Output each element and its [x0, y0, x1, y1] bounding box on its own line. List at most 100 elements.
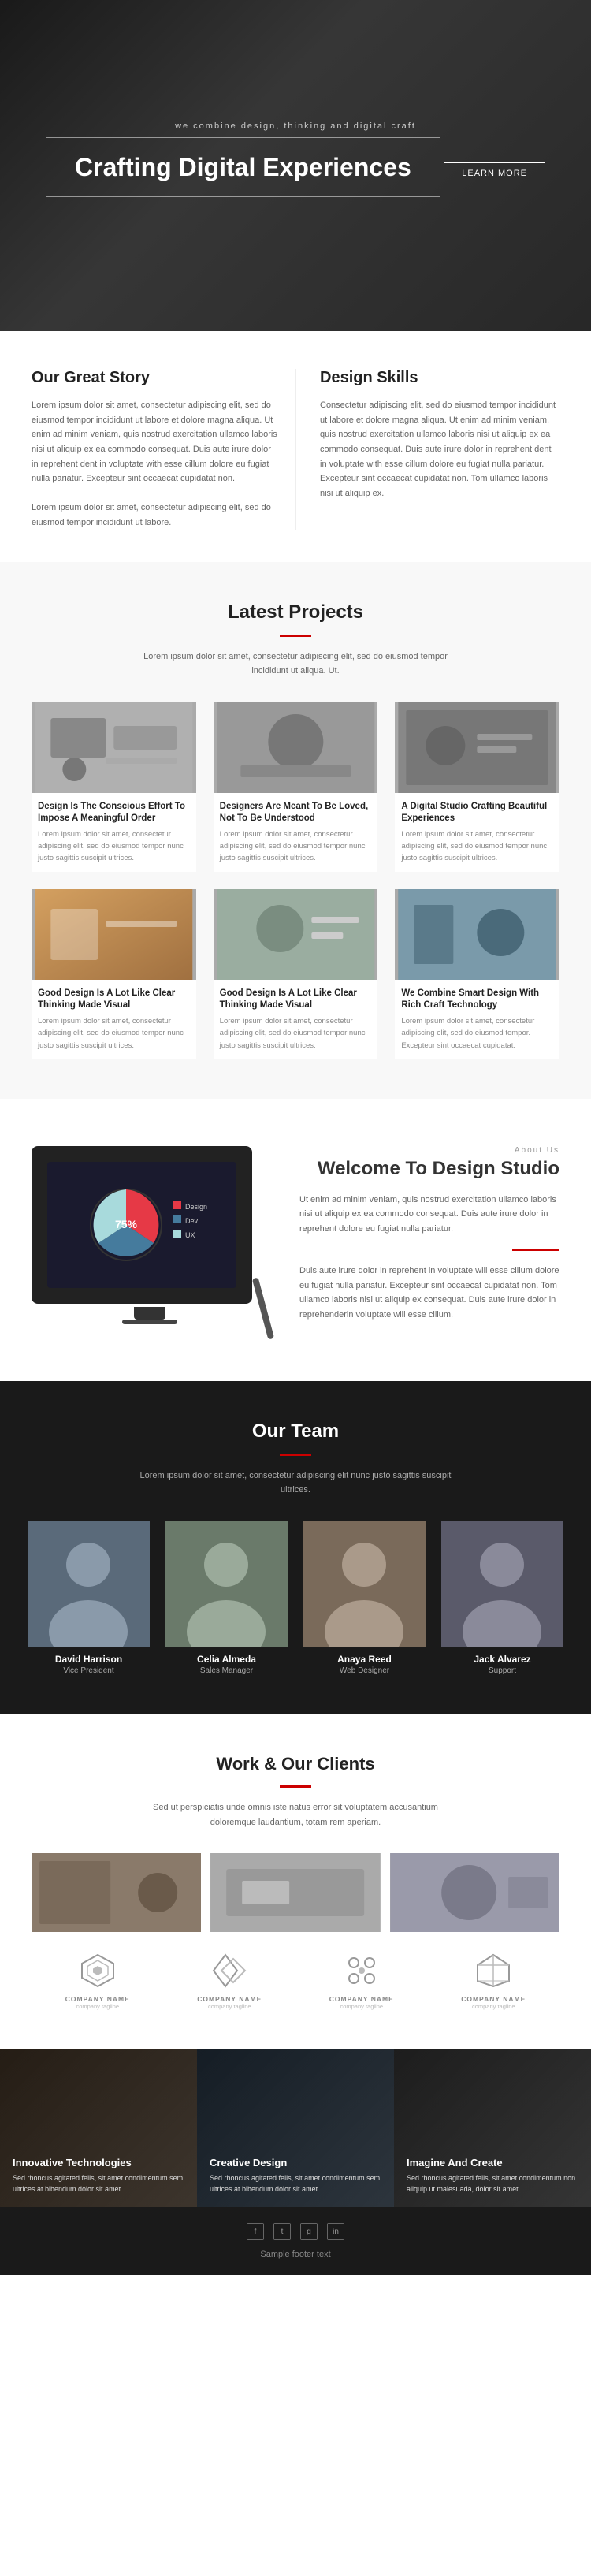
hero-content: we combine design, thinking and digital … — [46, 121, 545, 210]
team-card: Celia Almeda Sales Manager — [165, 1521, 288, 1675]
story-col: Our Great Story Lorem ipsum dolor sit am… — [32, 369, 296, 530]
projects-heading: Latest Projects — [32, 601, 559, 624]
bottom-panels: Innovative Technologies Sed rhoncus agit… — [0, 2049, 591, 2207]
projects-section: Latest Projects Lorem ipsum dolor sit am… — [0, 562, 591, 1099]
project-card: A Digital Studio Crafting Beautiful Expe… — [395, 702, 559, 872]
about-text2: Duis aute irure dolor in reprehent in vo… — [299, 1264, 559, 1323]
project-image — [32, 702, 196, 793]
hero-cta-button[interactable]: LEARN MORE — [444, 162, 545, 184]
bottom-panel-title: Imagine And Create — [407, 2157, 578, 2168]
project-text: Lorem ipsum dolor sit amet, consectetur … — [38, 1015, 190, 1052]
team-photo — [165, 1521, 288, 1647]
logo-subtitle: company tagline — [164, 2003, 296, 2010]
team-card: Anaya Reed Web Designer — [303, 1521, 426, 1675]
team-member-name: Celia Almeda — [165, 1654, 288, 1665]
footer-social: f t g in — [32, 2223, 559, 2240]
svg-text:Dev: Dev — [185, 1217, 199, 1225]
team-photo — [303, 1521, 426, 1647]
about-heading: Welcome To Design Studio — [299, 1158, 559, 1180]
client-logo: COMPANY NAME company tagline — [428, 1951, 560, 2010]
logo-subtitle: company tagline — [32, 2003, 164, 2010]
hero-section: we combine design, thinking and digital … — [0, 0, 591, 331]
about-monitor: 75% Design Dev UX — [32, 1146, 268, 1324]
team-card: David Harrison Vice President — [28, 1521, 150, 1675]
client-logo: COMPANY NAME company tagline — [296, 1951, 428, 2010]
client-image — [390, 1853, 559, 1932]
linkedin-icon[interactable]: in — [327, 2223, 344, 2240]
skills-heading: Design Skills — [320, 369, 559, 387]
team-subtext: Lorem ipsum dolor sit amet, consectetur … — [138, 1469, 453, 1498]
team-section: Our Team Lorem ipsum dolor sit amet, con… — [0, 1381, 591, 1714]
project-text: Lorem ipsum dolor sit amet, consectetur … — [401, 828, 553, 865]
story-text1: Lorem ipsum dolor sit amet, consectetur … — [32, 398, 280, 486]
project-title: Designers Are Meant To Be Loved, Not To … — [220, 801, 372, 825]
project-text: Lorem ipsum dolor sit amet, consectetur … — [220, 828, 372, 865]
story-heading: Our Great Story — [32, 369, 280, 387]
bottom-panel-text: Sed rhoncus agitated felis, sit amet con… — [407, 2173, 578, 2194]
team-member-role: Support — [441, 1666, 563, 1675]
project-text: Lorem ipsum dolor sit amet, consectetur … — [401, 1015, 553, 1052]
project-title: Good Design Is A Lot Like Clear Thinking… — [220, 988, 372, 1011]
googleplus-icon[interactable]: g — [300, 2223, 318, 2240]
project-title: We Combine Smart Design With Rich Craft … — [401, 988, 553, 1011]
hero-title: Crafting Digital Experiences — [75, 152, 411, 182]
team-photo — [28, 1521, 150, 1647]
story-text2: Lorem ipsum dolor sit amet, consectetur … — [32, 501, 280, 530]
project-text: Lorem ipsum dolor sit amet, consectetur … — [38, 828, 190, 865]
hero-tagline: we combine design, thinking and digital … — [46, 121, 545, 131]
project-title: A Digital Studio Crafting Beautiful Expe… — [401, 801, 553, 825]
logo-subtitle: company tagline — [296, 2003, 428, 2010]
logo-name: COMPANY NAME — [428, 1995, 560, 2003]
footer-text: Sample footer text — [32, 2250, 559, 2259]
bottom-panel-text: Sed rhoncus agitated felis, sit amet con… — [210, 2173, 381, 2194]
team-grid: David Harrison Vice President Celia Alme… — [32, 1521, 559, 1675]
team-member-role: Sales Manager — [165, 1666, 288, 1675]
svg-text:UX: UX — [185, 1231, 195, 1239]
project-image — [395, 702, 559, 793]
bottom-panel-2: Creative Design Sed rhoncus agitated fel… — [197, 2049, 394, 2207]
project-image — [214, 702, 378, 793]
svg-text:Design: Design — [185, 1203, 207, 1211]
project-image — [32, 889, 196, 980]
team-card: Jack Alvarez Support — [441, 1521, 563, 1675]
twitter-icon[interactable]: t — [273, 2223, 291, 2240]
client-image — [32, 1853, 201, 1932]
bottom-panel-1: Innovative Technologies Sed rhoncus agit… — [0, 2049, 197, 2207]
project-title: Design Is The Conscious Effort To Impose… — [38, 801, 190, 825]
clients-section: Work & Our Clients Sed ut perspiciatis u… — [0, 1714, 591, 2049]
skills-text: Consectetur adipiscing elit, sed do eius… — [320, 398, 559, 501]
about-text-col: About Us Welcome To Design Studio Ut eni… — [299, 1146, 559, 1334]
project-text: Lorem ipsum dolor sit amet, consectetur … — [220, 1015, 372, 1052]
clients-images — [32, 1853, 559, 1932]
logo-subtitle: company tagline — [428, 2003, 560, 2010]
team-member-name: Jack Alvarez — [441, 1654, 563, 1665]
logo-name: COMPANY NAME — [296, 1995, 428, 2003]
about-text1: Ut enim ad minim veniam, quis nostrud ex… — [299, 1193, 559, 1237]
facebook-icon[interactable]: f — [247, 2223, 264, 2240]
project-image — [395, 889, 559, 980]
clients-subtext: Sed ut perspiciatis unde omnis iste natu… — [138, 1800, 453, 1830]
bottom-panel-text: Sed rhoncus agitated felis, sit amet con… — [13, 2173, 184, 2194]
projects-grid: Design Is The Conscious Effort To Impose… — [32, 702, 559, 1059]
story-skills-section: Our Great Story Lorem ipsum dolor sit am… — [0, 331, 591, 562]
project-card: Good Design Is A Lot Like Clear Thinking… — [32, 889, 196, 1059]
client-logo: COMPANY NAME company tagline — [32, 1951, 164, 2010]
team-member-role: Vice President — [28, 1666, 150, 1675]
bottom-panel-title: Creative Design — [210, 2157, 381, 2168]
project-card: Good Design Is A Lot Like Clear Thinking… — [214, 889, 378, 1059]
project-card: Design Is The Conscious Effort To Impose… — [32, 702, 196, 872]
footer: f t g in Sample footer text — [0, 2207, 591, 2275]
about-section: 75% Design Dev UX About Us Welcome To De… — [0, 1099, 591, 1381]
client-logo: COMPANY NAME company tagline — [164, 1951, 296, 2010]
logo-name: COMPANY NAME — [164, 1995, 296, 2003]
monitor-screen: 75% Design Dev UX — [47, 1162, 236, 1288]
skills-col: Design Skills Consectetur adipiscing eli… — [296, 369, 559, 530]
logo-name: COMPANY NAME — [32, 1995, 164, 2003]
client-image — [210, 1853, 380, 1932]
project-card: We Combine Smart Design With Rich Craft … — [395, 889, 559, 1059]
team-photo — [441, 1521, 563, 1647]
project-title: Good Design Is A Lot Like Clear Thinking… — [38, 988, 190, 1011]
team-member-role: Web Designer — [303, 1666, 426, 1675]
client-logos: COMPANY NAME company tagline COMPANY NAM… — [32, 1951, 559, 2010]
bottom-panel-title: Innovative Technologies — [13, 2157, 184, 2168]
